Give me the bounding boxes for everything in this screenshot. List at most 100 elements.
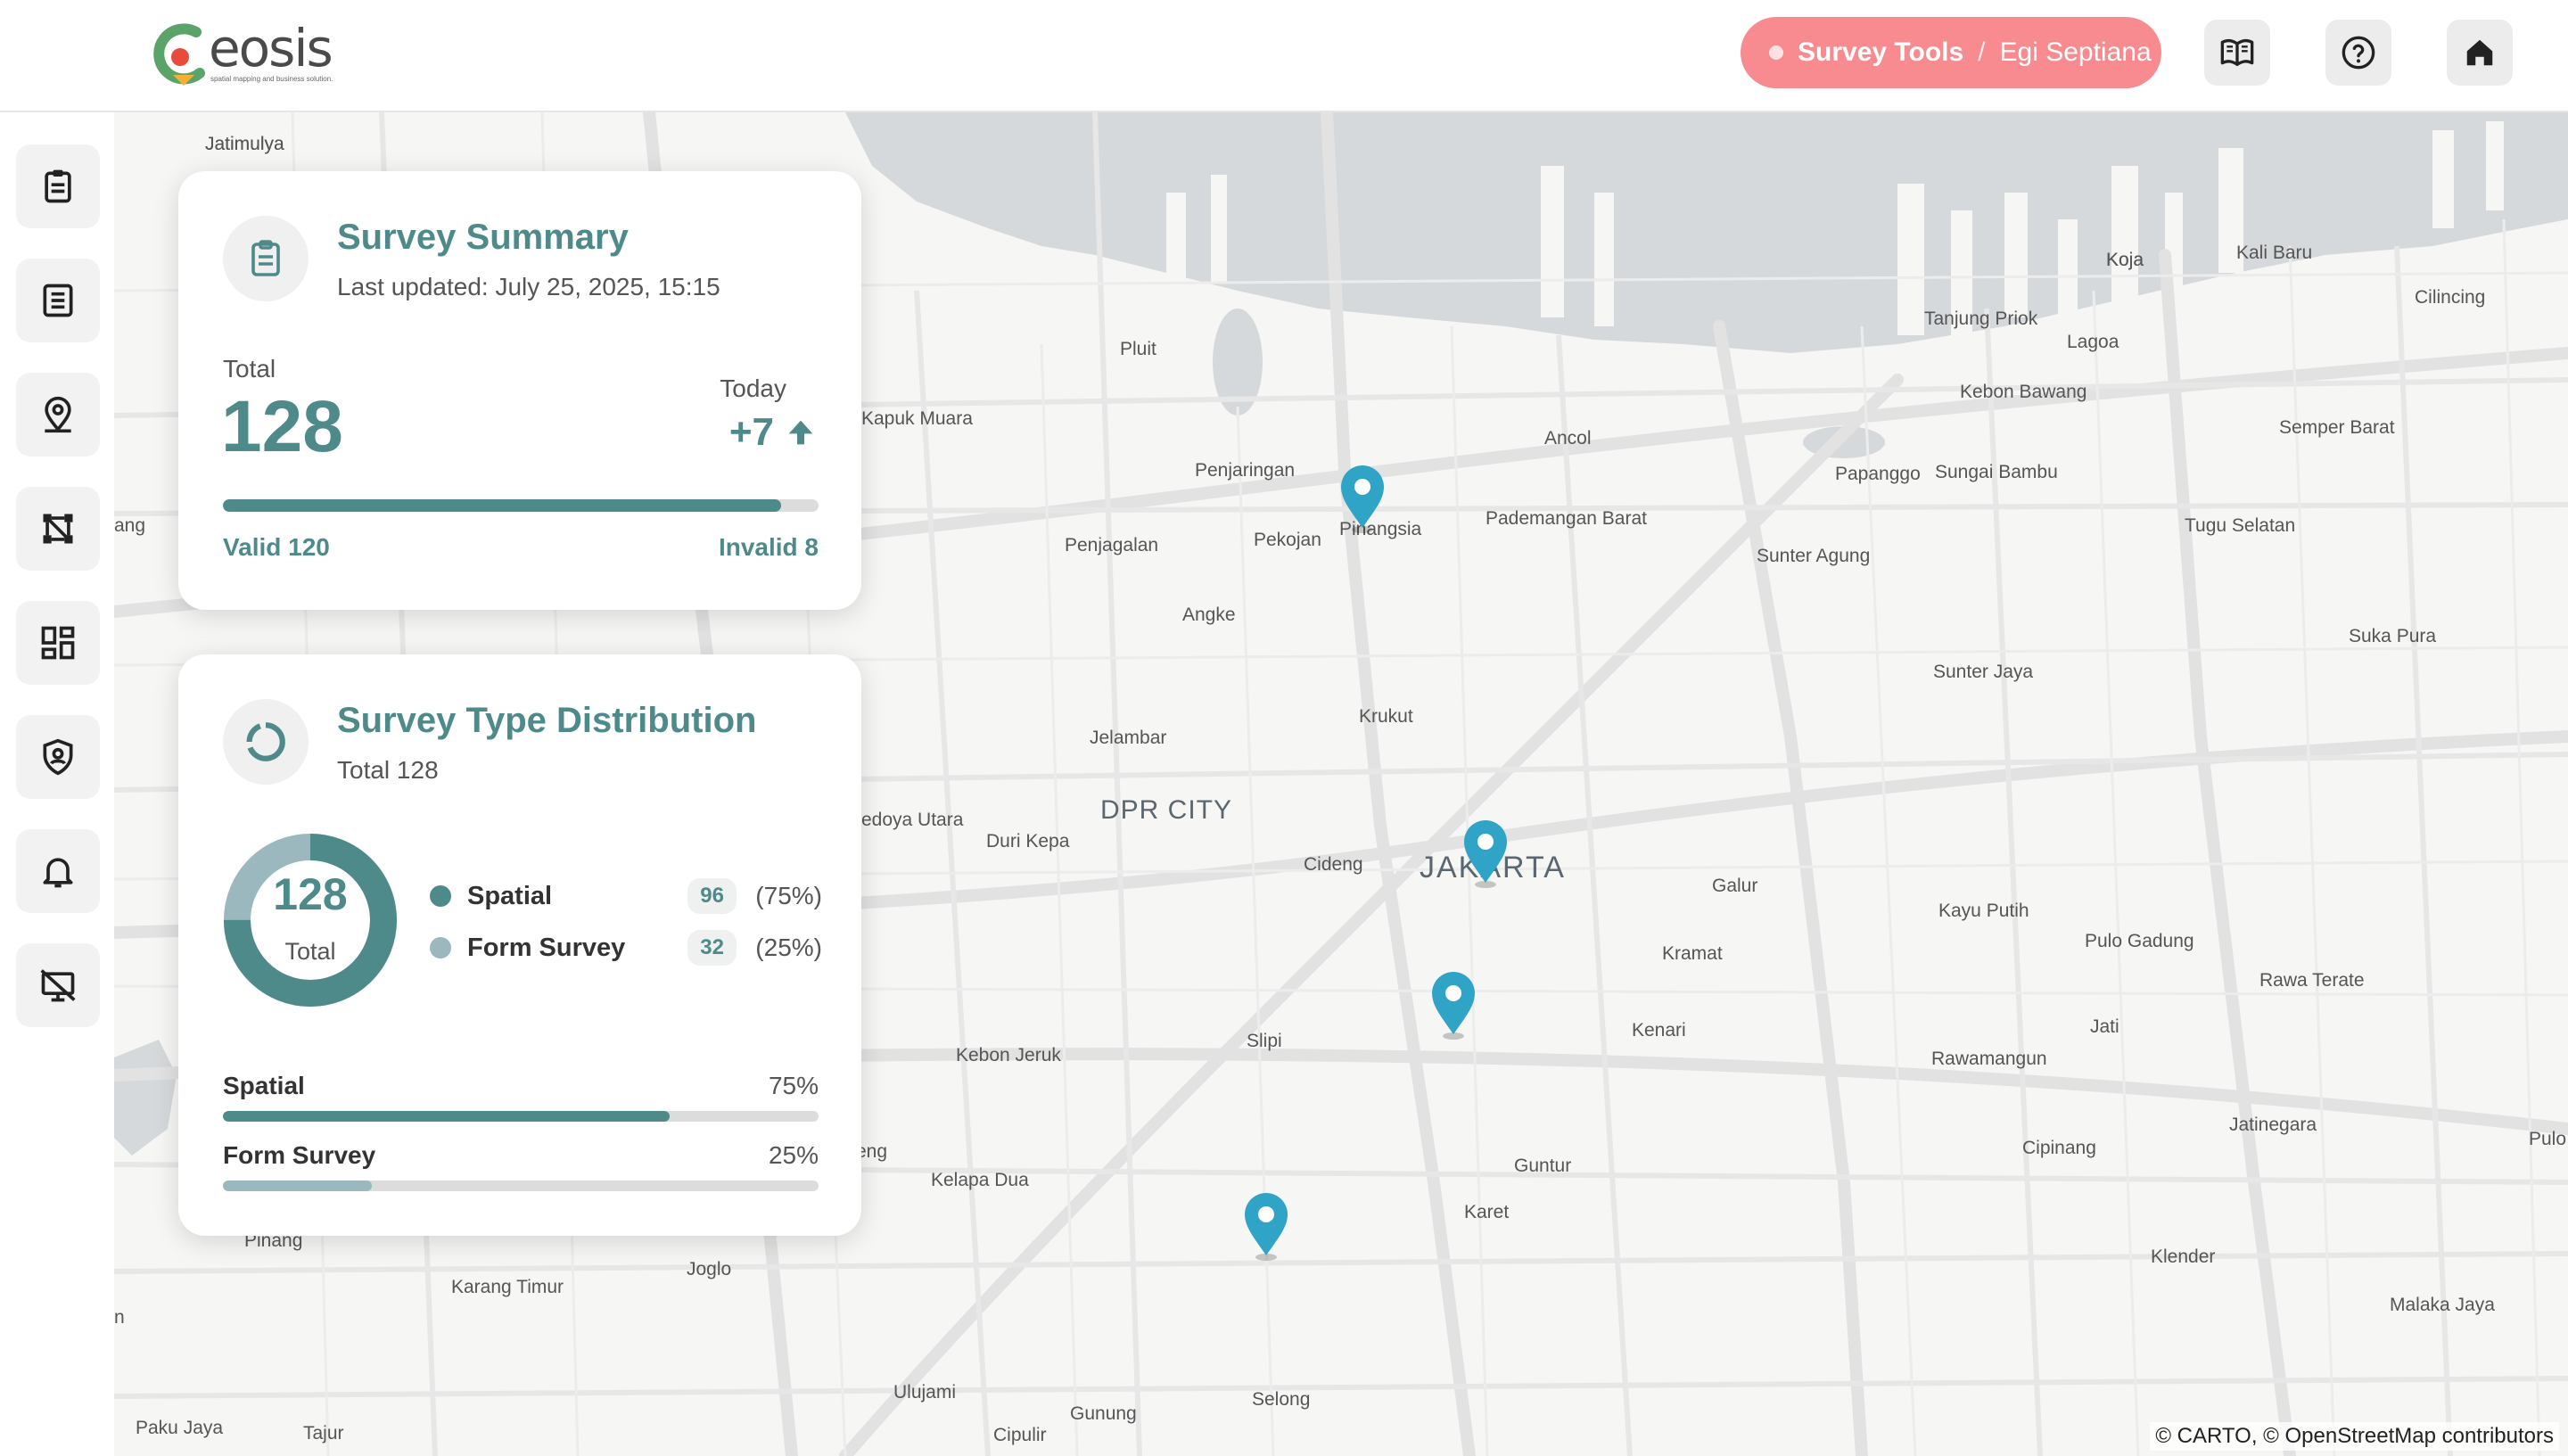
map-label-kali-baru: Kali Baru [2236,243,2313,263]
map-label-cipinang: Cipinang [2022,1138,2096,1158]
shield-user-icon [43,738,73,776]
legend-percent: (75%) [755,882,822,909]
sidebar-item-display-off[interactable] [16,943,100,1027]
today-label: Today [720,374,786,402]
map-label-paku-jaya: Paku Jaya [136,1418,224,1438]
invalid-count: Invalid 8 [718,533,819,561]
logo-tagline: spatial mapping and business solution. [210,75,333,83]
breadcrumb[interactable]: Survey Tools / Egi Septiana [1741,17,2161,88]
total-label: Total [223,355,276,383]
map-label-tanjung-priok: Tanjung Priok [1924,308,2038,329]
map-label-ang: ang [114,515,146,536]
map-label-lagoa: Lagoa [2067,332,2119,352]
sidebar-item-dashboard[interactable] [16,601,100,685]
legend-count: 96 [687,878,737,914]
map-label-jati: Jati [2090,1016,2119,1037]
map-label-kayu-putih: Kayu Putih [1938,901,2029,921]
breadcrumb-app[interactable]: Survey Tools [1798,37,1963,68]
top-header: eosis spatial mapping and business solut… [0,0,2568,112]
map-label-pekojan: Pekojan [1254,530,1321,550]
map-marker-icon[interactable] [1241,1189,1291,1261]
home-button[interactable] [2447,20,2513,86]
map-marker-icon[interactable] [1428,968,1478,1040]
map-label-kebon-bawang: Kebon Bawang [1960,382,2087,402]
map-label-kapuk-muara: Kapuk Muara [861,408,973,429]
polygon-nodes-icon [43,514,73,544]
map-marker-icon[interactable] [1461,817,1510,888]
legend-count: 32 [687,930,737,966]
map-label-semper-barat: Semper Barat [2279,417,2395,438]
map-label-dpr-city: DPR CITY [1100,795,1233,825]
distribution-row-percent: 75% [768,1072,819,1099]
document-list-icon [43,284,73,317]
guide-button[interactable] [2204,20,2270,86]
map-label-cilincing: Cilincing [2415,287,2486,308]
card-title: Survey Summary [337,218,629,257]
map-label-krukut: Krukut [1359,706,1413,727]
card-icon-circle [223,216,309,301]
map-attribution[interactable]: © CARTO, © OpenStreetMap contributors [2150,1422,2559,1451]
legend-name: Spatial [467,881,553,910]
help-button[interactable] [2325,20,2391,86]
map-label-ulujami: Ulujami [893,1382,957,1403]
map-label-penjaringan: Penjaringan [1195,460,1296,481]
legend-dot-icon [430,885,451,907]
map-label-tugu-selatan: Tugu Selatan [2185,515,2296,536]
map-label-galur: Galur [1712,876,1758,896]
sidebar-item-forms[interactable] [16,259,100,342]
logo-wordmark: eosis [209,18,333,78]
logo-mark-icon [153,23,205,86]
map-label-joglo: Joglo [687,1259,732,1279]
help-circle-icon [2342,36,2375,70]
distribution-row-name: Form Survey [223,1141,376,1169]
geosis-logo[interactable]: eosis spatial mapping and business solut… [153,18,367,91]
total-value: 128 [221,386,343,467]
map-label-pluit: Pluit [1120,339,1156,359]
map-label-penjagalan: Penjagalan [1065,535,1159,555]
map-label-kenari: Kenari [1632,1020,1686,1041]
sidebar-item-notifications[interactable] [16,829,100,913]
last-updated: Last updated: July 25, 2025, 15:15 [337,273,720,300]
spatial-progress-fill [223,1111,670,1122]
dashboard-icon [41,626,75,660]
legend-name: Form Survey [467,933,626,962]
today-count: +7 [728,410,774,454]
survey-summary-card: Survey Summary Last updated: July 25, 20… [178,171,861,610]
map-label-sunter-jaya: Sunter Jaya [1933,662,2034,682]
location-pin-icon [45,396,71,433]
home-icon [2466,39,2493,66]
sidebar-item-survey[interactable] [16,144,100,228]
bell-icon [43,858,73,888]
breadcrumb-user[interactable]: Egi Septiana [2000,37,2152,68]
map-label-tajur: Tajur [303,1423,344,1444]
sidebar-item-security[interactable] [16,715,100,799]
map-label-jatinegara: Jatinegara [2229,1115,2317,1135]
clipboard-icon [251,240,280,276]
map-label-rawamangun: Rawamangun [1931,1049,2047,1069]
map-label-karet: Karet [1464,1202,1510,1222]
map-label-suka-pura: Suka Pura [2349,626,2437,646]
valid-count: Valid 120 [223,533,330,561]
valid-progress-bar [223,499,819,512]
legend-percent: (25%) [755,934,822,961]
map-label-cipulir: Cipulir [993,1425,1047,1445]
sidebar-item-location[interactable] [16,373,100,457]
map-label-klender: Klender [2151,1246,2216,1267]
map-label-karang-timur: Karang Timur [451,1277,564,1297]
book-open-icon [2220,38,2254,67]
today-value: +7 [729,410,815,455]
map-label-sungai-bambu: Sungai Bambu [1935,462,2058,482]
form-survey-progress-bar [223,1180,819,1191]
map-label-angke: Angke [1182,605,1236,625]
distribution-donut-chart [224,834,397,1007]
arrow-up-icon [788,420,813,445]
card-icon-circle [223,699,309,785]
map-label-pademangan-barat: Pademangan Barat [1486,508,1647,529]
sidebar-item-polygon[interactable] [16,487,100,571]
map-label-malaka-jaya: Malaka Jaya [2390,1295,2495,1315]
survey-type-distribution-card: Survey Type Distribution Total 128 128 T… [178,654,861,1236]
status-dot-icon [1769,45,1783,60]
map-label-kramat: Kramat [1662,943,1723,964]
map-marker-icon[interactable] [1338,462,1387,533]
breadcrumb-separator: / [1978,37,1986,67]
